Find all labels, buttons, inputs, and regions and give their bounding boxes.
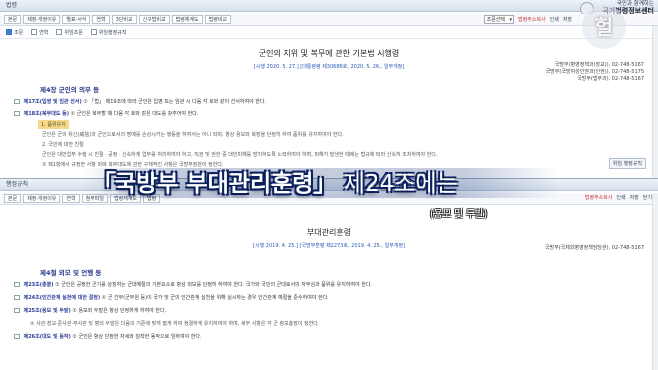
option-delegated[interactable]: 위임조문 xyxy=(56,28,83,36)
checkbox-icon xyxy=(90,28,97,35)
law-window-titlebar: 법령 국민과 함께하는 국가법령정보센터 xyxy=(0,0,658,16)
admin-print-link[interactable]: 인쇄 xyxy=(616,194,625,201)
admin-window-titlebar: 행정규칙 xyxy=(0,179,658,191)
admin-ministry-contact: 국방부(국제외병영정책담당관), 02-748-5167 xyxy=(544,245,644,251)
article-number[interactable]: 제25조(용모 및 두발) xyxy=(24,308,71,314)
law-tab-history[interactable]: 연혁 xyxy=(92,15,110,24)
admin-article-24: 제24조(인간관계 실천에 대한 결정) ① 군 간부(군무원 등)이 국가 및… xyxy=(14,294,329,301)
delegated-rules-button[interactable]: 위임 행정규칙 xyxy=(608,158,646,169)
law-tab-oldnew[interactable]: 신구법비교 xyxy=(138,15,170,24)
article-text: ① 군 간부(군무원 등)이 국가 및 군의 인간관계 실천을 위해 실시하는 … xyxy=(101,295,329,301)
option-history[interactable]: 연혁 xyxy=(31,28,49,36)
law-tab-3way[interactable]: 3단비교 xyxy=(111,15,137,24)
article-toggle-icon[interactable] xyxy=(14,308,20,313)
article-text: ① 군인은 항상 단정한 자세와 침착한 동작으로 임하여야 한다. xyxy=(72,334,202,340)
article-toggle-icon[interactable] xyxy=(14,111,20,116)
law-window-label: 법령 xyxy=(6,2,18,9)
article-toggle-icon[interactable] xyxy=(14,295,20,300)
article-number[interactable]: 제18조(복무대도 등) xyxy=(24,111,69,117)
article-toggle-icon[interactable] xyxy=(14,334,20,339)
law-tab-body[interactable]: 본문 xyxy=(4,15,22,24)
admin-scrollbar[interactable] xyxy=(652,193,658,370)
article-number[interactable]: 제26조(대도 및 동작) xyxy=(24,334,71,340)
highlighted-item: 1. 품위유지 xyxy=(38,120,69,129)
admin-toolbar: 본문 제정·개정이유 연혁 첨부파일 법령체계도 법령 법령주소복사 인쇄 저장… xyxy=(0,193,658,205)
law-toolbar: 본문 제정·개정이유 별표·서식 연혁 3단비교 신구법비교 법령체계도 법령비… xyxy=(0,14,658,26)
law-tab-forms[interactable]: 별표·서식 xyxy=(62,15,91,24)
option-admin-rules-label: 위임행정규칙 xyxy=(98,29,127,36)
law-chapter-heading: 제4장 군인의 의무 등 xyxy=(40,86,100,94)
admin-save-link[interactable]: 저장 xyxy=(630,194,639,201)
law-paragraph: 군인은 군의 위신(威信)과 군인으로서의 명예를 손상시키는 행동을 하여서는… xyxy=(42,132,344,138)
law-toolbar-right: 조문선택 법령주소복사 인쇄 저장 xyxy=(483,15,572,24)
admin-chapter-heading: 제4절 외모 및 언행 등 xyxy=(40,269,102,277)
article-text: ① 용모와 두발은 항상 단정하게 하여야 한다. xyxy=(72,308,167,314)
admin-toolbar-right: 법령주소복사 인쇄 저장 닫기 xyxy=(585,194,652,201)
law-article-18: 제18조(복무대도 등) ① 군인은 복무할 때 다음 각 호와 같은 대도를 … xyxy=(14,110,198,117)
admin-tab-history[interactable]: 연혁 xyxy=(62,194,80,203)
law-document-title: 군인의 지위 및 복무에 관한 기본법 시행령 xyxy=(258,49,400,58)
admin-tab-attachments[interactable]: 첨부파일 xyxy=(81,194,109,203)
checkbox-icon xyxy=(31,28,38,35)
admin-close-link[interactable]: 닫기 xyxy=(643,194,652,201)
admin-article-26: 제26조(대도 및 동작) ① 군인은 항상 단정한 자세와 침착한 동작으로 … xyxy=(14,333,202,340)
law-paragraph: 2. 국민에 대한 친절 xyxy=(42,142,84,148)
admin-tab-system[interactable]: 법령체계도 xyxy=(110,194,142,203)
law-save-link[interactable]: 저장 xyxy=(563,16,572,23)
law-window: 법령 국민과 함께하는 국가법령정보센터 본문 제정·개정이유 별표·서식 연혁… xyxy=(0,0,658,178)
option-article[interactable]: 조문 xyxy=(6,28,24,36)
ministry-contact: 국방부(법무과), 02-748-5167 xyxy=(577,76,644,82)
law-copy-link[interactable]: 법령주소복사 xyxy=(518,16,546,23)
ministry-contact: 국방부(병영정책과(장교)), 02-748-5167 xyxy=(554,62,644,68)
article-text: ① 군인은 공정한 군기를 상징하는 군대예절의 기본요소로 항상 외모를 단정… xyxy=(55,282,373,288)
admin-tab-body[interactable]: 본문 xyxy=(4,194,22,203)
article-number[interactable]: 제24조(인간관계 실천에 대한 결정) xyxy=(24,295,101,301)
law-view-options: 조문 연혁 위임조문 위임행정규칙 xyxy=(0,26,658,39)
ministry-contact: 국방부(국방여성인권과(인권)), 02-748-5175 xyxy=(545,69,644,75)
law-ministry-contacts: 국방부(병영정책과(장교)), 02-748-5167 국방부(국방여성인권과(… xyxy=(546,62,644,83)
law-paragraph: 군인은 대민업무 수행 시 친절ㆍ공정ㆍ신속하게 업무를 처리하여야 하고, 직… xyxy=(42,152,438,158)
admin-document-title: 부대관리훈령 xyxy=(306,228,352,237)
admin-copy-link[interactable]: 법령주소복사 xyxy=(585,194,613,201)
admin-tab-reason[interactable]: 제정·개정이유 xyxy=(23,194,61,203)
law-article-17: 제17조(입영 및 임관 선서) ① 「법」 제19조에 따라 군인은 입영 또… xyxy=(14,98,266,105)
article-text: ① 군인은 복무할 때 다음 각 호와 같은 대도를 갖추어야 한다. xyxy=(70,111,199,117)
law-tab-compare[interactable]: 법령비교 xyxy=(204,15,232,24)
law-tab-system[interactable]: 법령체계도 xyxy=(171,15,203,24)
law-paragraph: ② 제1항에서 규정한 사항 외에 복무대도에 관한 구체적인 사항은 국방부장… xyxy=(42,162,224,168)
admin-window-label: 행정규칙 xyxy=(6,181,29,188)
article-number[interactable]: 제23조(총괄) xyxy=(24,282,54,288)
admin-rule-window: 행정규칙 본문 제정·개정이유 연혁 첨부파일 법령체계도 법령 법령주소복사 … xyxy=(0,178,658,370)
option-history-label: 연혁 xyxy=(39,29,49,36)
law-scrollbar[interactable] xyxy=(652,26,658,178)
admin-paragraph: ② 사관·장교·준사관·부사관 및 병의 두발은 다음의 기준에 맞게 짧게 하… xyxy=(30,321,320,327)
admin-article-25: 제25조(용모 및 두발) ① 용모와 두발은 항상 단정하게 하여야 한다. xyxy=(14,307,166,314)
law-tab-reason[interactable]: 제정·개정이유 xyxy=(23,15,61,24)
law-print-link[interactable]: 인쇄 xyxy=(550,16,559,23)
article-text: ① 「법」 제19조에 따라 군인은 입영 또는 임관 시 다음 각 호와 같이… xyxy=(83,99,267,105)
option-admin-rules[interactable]: 위임행정규칙 xyxy=(90,28,127,36)
broadcaster-watermark: 헐 xyxy=(582,5,626,49)
article-select[interactable]: 조문선택 xyxy=(483,15,514,24)
admin-article-23: 제23조(총괄) ① 군인은 공정한 군기를 상징하는 군대예절의 기본요소로 … xyxy=(14,281,372,288)
admin-tab-law[interactable]: 법령 xyxy=(143,194,161,203)
option-article-label: 조문 xyxy=(14,29,24,36)
checkbox-icon xyxy=(56,28,63,35)
checkbox-icon xyxy=(6,28,12,35)
option-delegated-label: 위임조문 xyxy=(64,29,83,36)
article-toggle-icon[interactable] xyxy=(14,99,20,104)
article-toggle-icon[interactable] xyxy=(14,282,20,287)
article-number[interactable]: 제17조(입영 및 임관 선서) xyxy=(24,99,82,105)
